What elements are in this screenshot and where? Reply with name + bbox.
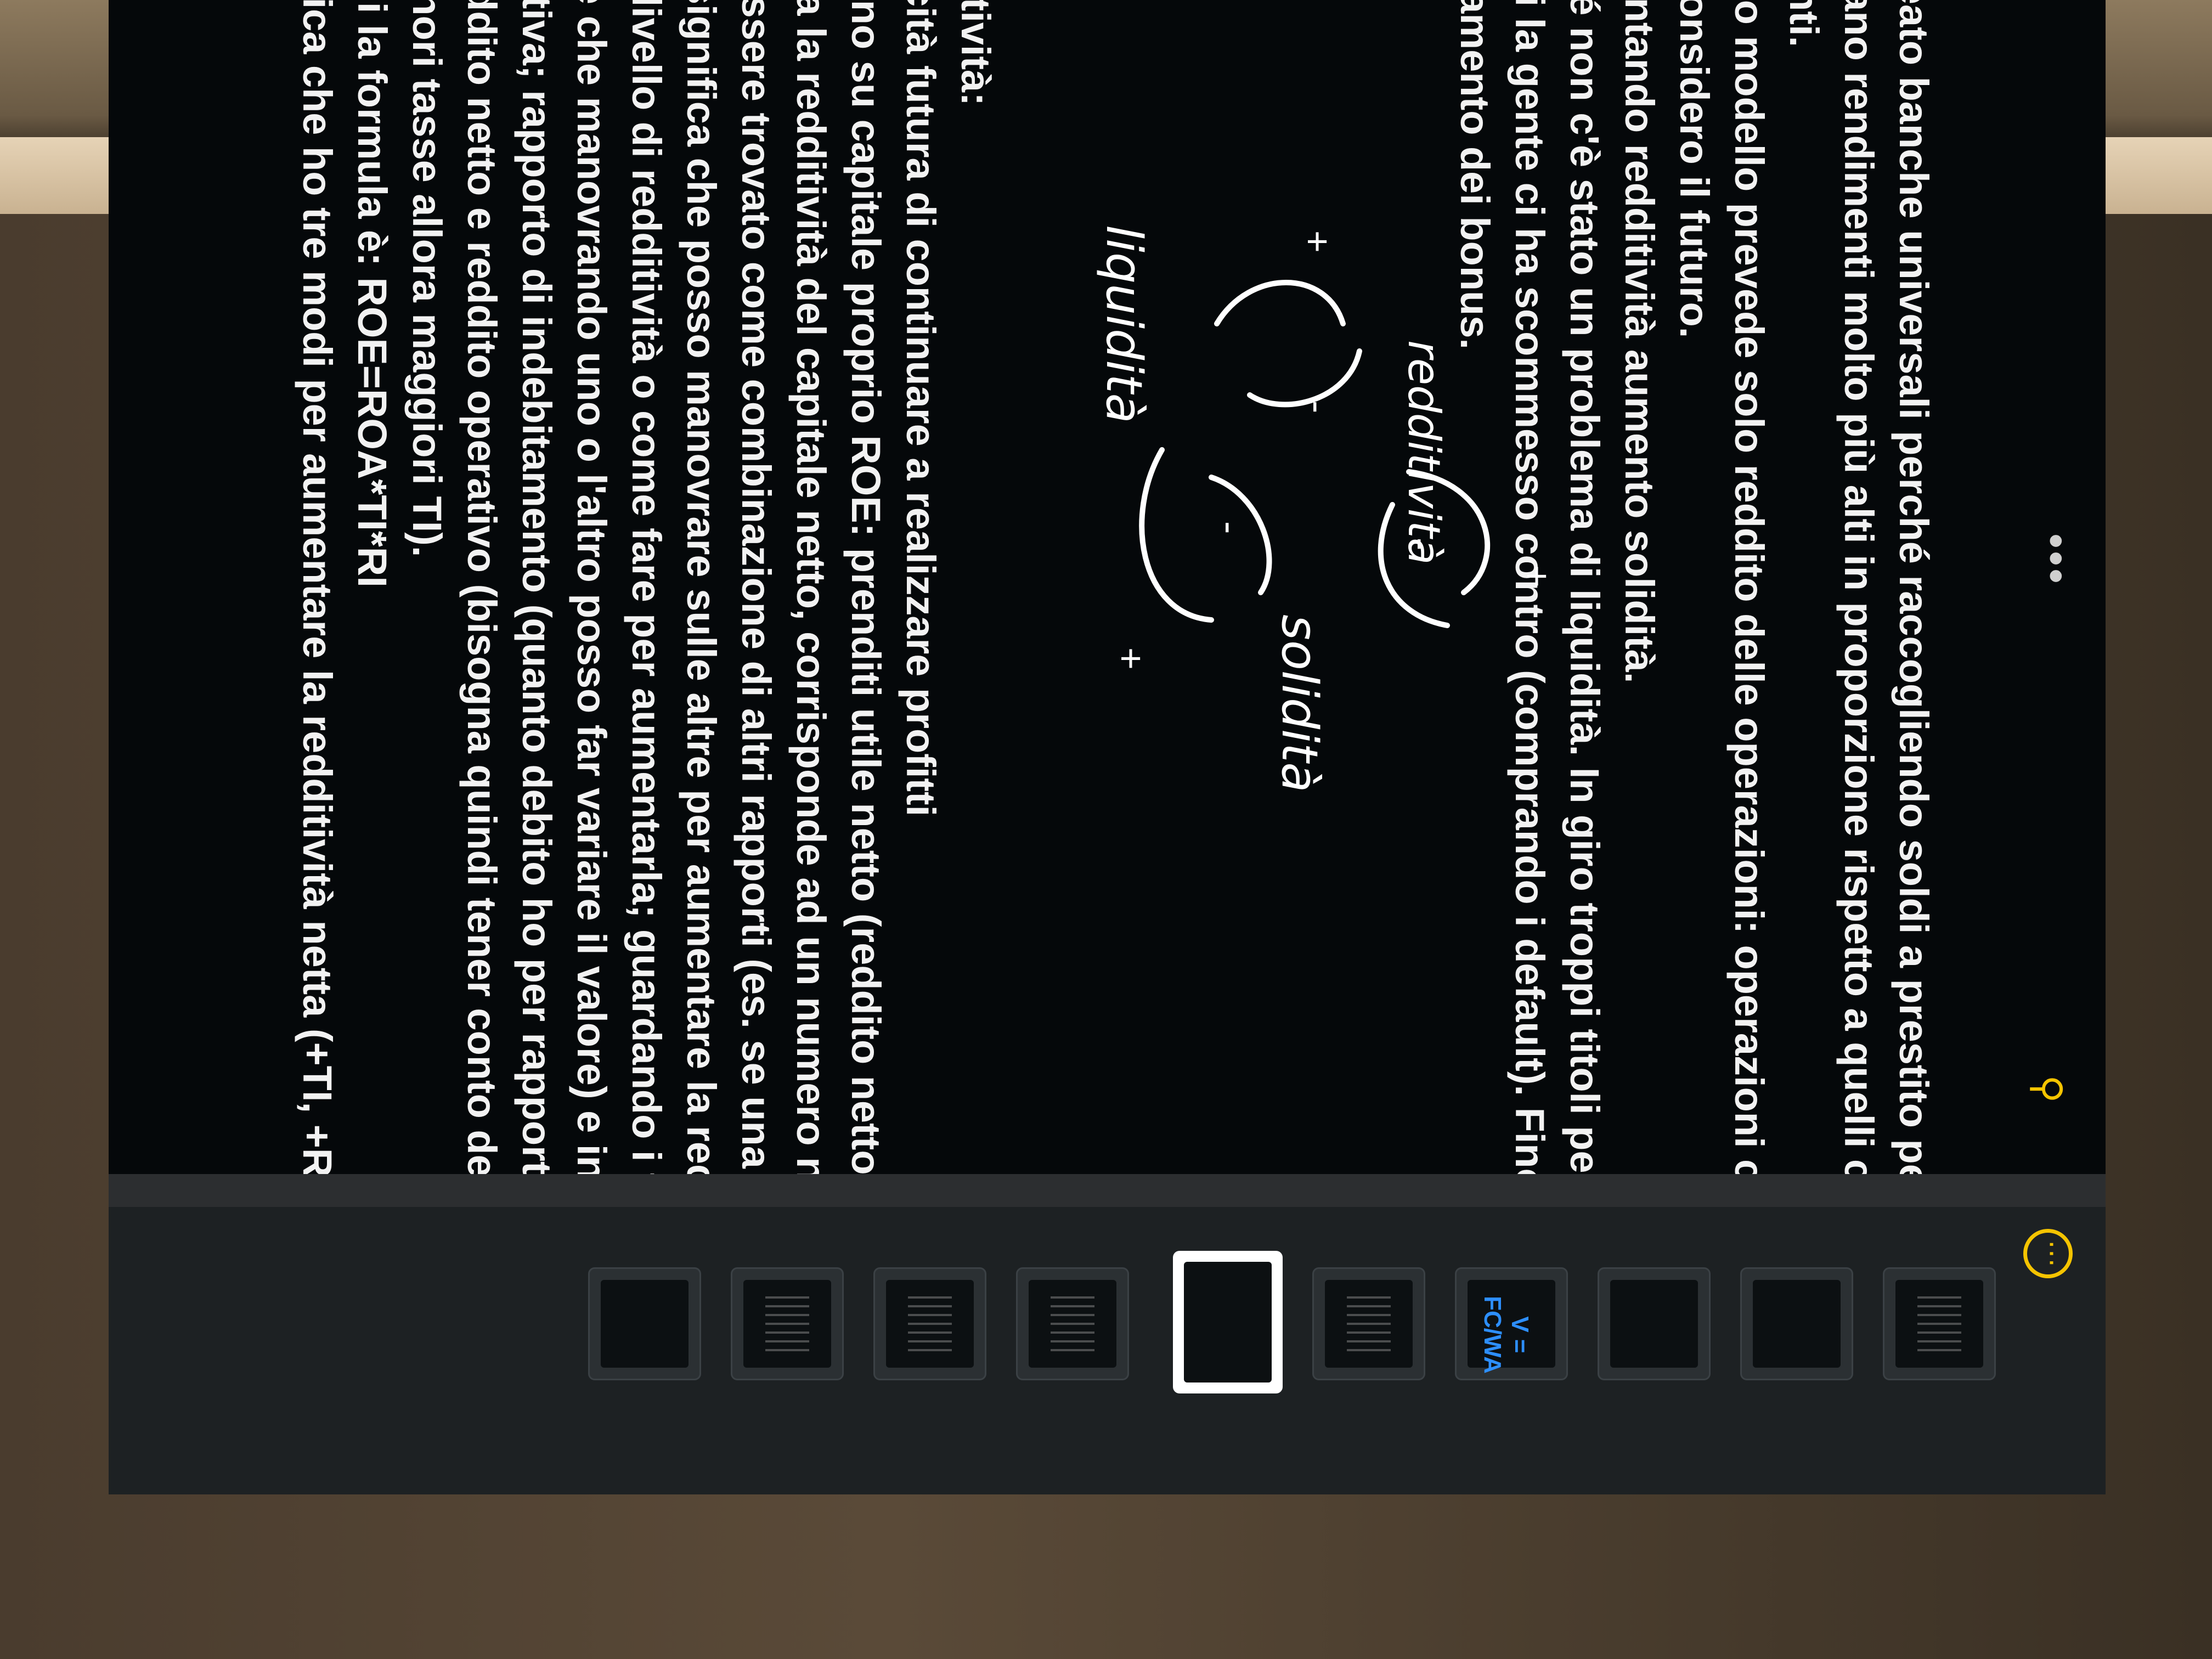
sign-minus-top: - [1401,538,1443,550]
tune-icon[interactable]: ⚲ [2023,1064,2073,1114]
sign-plus-bottom: + [1110,647,1153,670]
page-thumb-7[interactable] [1016,1267,1129,1380]
sidebar-divider [109,1174,2106,1207]
page-thumb-10[interactable] [588,1267,701,1380]
page-thumb-1[interactable] [1883,1267,1996,1380]
page-thumb-5[interactable] [1312,1267,1425,1380]
sign-plus-left: + [1296,230,1339,253]
sign-plus-top: + [1516,565,1559,588]
page-thumb-9[interactable] [731,1267,844,1380]
arrow-liquidita-to-redditivita [1214,280,1346,326]
page-thumb-6[interactable] [1173,1251,1283,1393]
node-redditivita: redditività [1398,340,1449,565]
sign-minus-left: - [1296,400,1339,413]
arrow-redditivita-to-liquidita [1247,348,1362,408]
tablet-screen: ⤢ ••• ⚲ ha creato banche universali perc… [109,0,2106,1494]
page-thumb-4[interactable]: V = FC/WA [1455,1267,1568,1380]
top-toolbar: ⤢ ••• ⚲ [1985,0,2081,1229]
page-thumb-3[interactable] [1598,1267,1711,1380]
ellipsis-circle-icon[interactable]: ⋯ [2023,1229,2073,1278]
arrow-liquidita-to-solidita [1139,447,1214,623]
handwritten-diagram: redditività liquidità solidità + - + - -… [1095,225,1559,793]
arrow-solidita-to-liquidita [1209,475,1272,595]
thumb-formula-text: V = FC/WA [1479,1296,1533,1374]
note-canvas[interactable]: ⤢ ••• ⚲ ha creato banche universali perc… [109,0,2106,1494]
more-icon[interactable]: ••• [2023,527,2081,592]
page-thumb-2[interactable] [1740,1267,1853,1380]
page-thumb-8[interactable] [873,1267,986,1380]
node-solidita: solidità [1271,614,1328,793]
node-liquidita: liquidità [1095,225,1153,424]
sign-minus-bottom: - [1209,521,1251,534]
page-thumbnail-sidebar: ⋯ V = FC/WA [109,1207,2106,1494]
